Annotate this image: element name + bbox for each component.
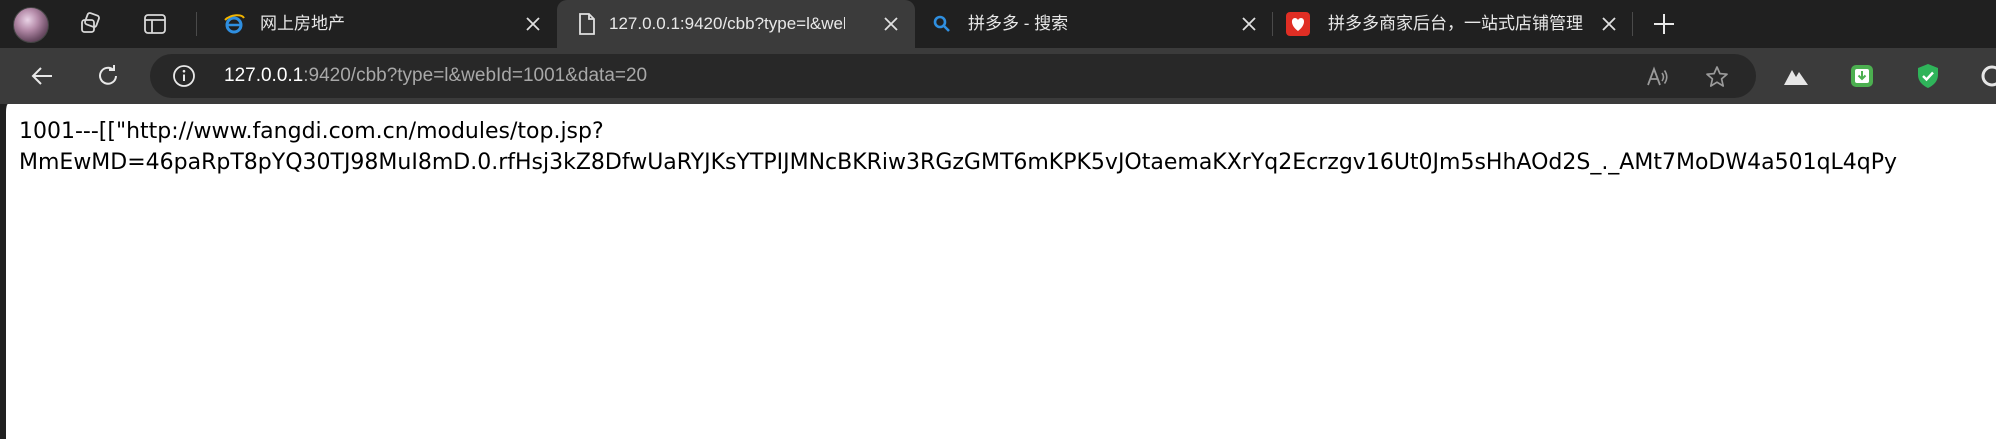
tab-separator <box>1632 12 1633 36</box>
tab-pinduoduo-merchant[interactable]: 拼多多商家后台，一站式店铺管理 <box>1276 0 1630 48</box>
tab-title: 网上房地产 <box>260 14 345 33</box>
response-text: 1001---[["http://www.fangdi.com.cn/modul… <box>19 116 1994 178</box>
workspaces-icon[interactable] <box>78 11 104 37</box>
extension-shield-icon[interactable] <box>1914 62 1942 90</box>
back-arrow-icon[interactable] <box>28 62 56 90</box>
favorite-star-icon[interactable] <box>1704 64 1730 90</box>
tab-wangshang-fangdichan[interactable]: 网上房地产 <box>204 0 550 48</box>
address-bar[interactable]: 127.0.0.1:9420/cbb?type=l&webId=1001&dat… <box>150 54 1756 98</box>
tab-separator <box>196 12 197 36</box>
pinduoduo-icon <box>1286 12 1310 36</box>
extension-mountain-icon[interactable] <box>1782 62 1810 90</box>
page-content: 1001---[["http://www.fangdi.com.cn/modul… <box>0 104 1996 439</box>
response-line-2: MmEwMD=46paRpT8pYQ30TJ98MuI8mD.0.rfHsj3k… <box>19 150 1898 175</box>
read-aloud-icon[interactable] <box>1644 64 1670 90</box>
vertical-tabs-icon[interactable] <box>142 11 168 37</box>
url-path: :9420/cbb?type=l&webId=1001&data=20 <box>303 65 648 86</box>
tab-strip: 网上房地产 127.0.0.1:9420/cbb?type=l&webI 拼多多… <box>0 0 1996 48</box>
close-tab-icon[interactable] <box>1600 15 1618 33</box>
site-info-icon[interactable] <box>172 64 196 88</box>
close-tab-icon[interactable] <box>1240 15 1258 33</box>
tab-separator <box>1272 12 1273 36</box>
profile-avatar[interactable] <box>13 7 49 43</box>
tab-title: 127.0.0.1:9420/cbb?type=l&webI <box>609 14 845 33</box>
extension-download-icon[interactable] <box>1848 62 1876 90</box>
url-text[interactable]: 127.0.0.1:9420/cbb?type=l&webId=1001&dat… <box>224 65 647 87</box>
url-host: 127.0.0.1 <box>224 65 304 86</box>
extension-partial-icon[interactable] <box>1978 62 1996 90</box>
tab-localhost-cbb[interactable]: 127.0.0.1:9420/cbb?type=l&webI <box>557 0 915 48</box>
new-tab-plus-icon[interactable] <box>1650 10 1678 38</box>
ie-globe-icon <box>222 12 246 36</box>
document-icon <box>575 12 599 36</box>
navigation-toolbar: 127.0.0.1:9420/cbb?type=l&webId=1001&dat… <box>0 48 1996 104</box>
response-line-1: 1001---[["http://www.fangdi.com.cn/modul… <box>19 119 604 144</box>
tab-pinduoduo-search[interactable]: 拼多多 - 搜索 <box>922 0 1270 48</box>
search-icon <box>930 12 954 36</box>
close-tab-icon[interactable] <box>524 15 542 33</box>
close-tab-icon[interactable] <box>882 15 900 33</box>
tab-title: 拼多多 - 搜索 <box>968 14 1069 33</box>
tab-title: 拼多多商家后台，一站式店铺管理 <box>1328 14 1583 33</box>
refresh-icon[interactable] <box>94 62 122 90</box>
